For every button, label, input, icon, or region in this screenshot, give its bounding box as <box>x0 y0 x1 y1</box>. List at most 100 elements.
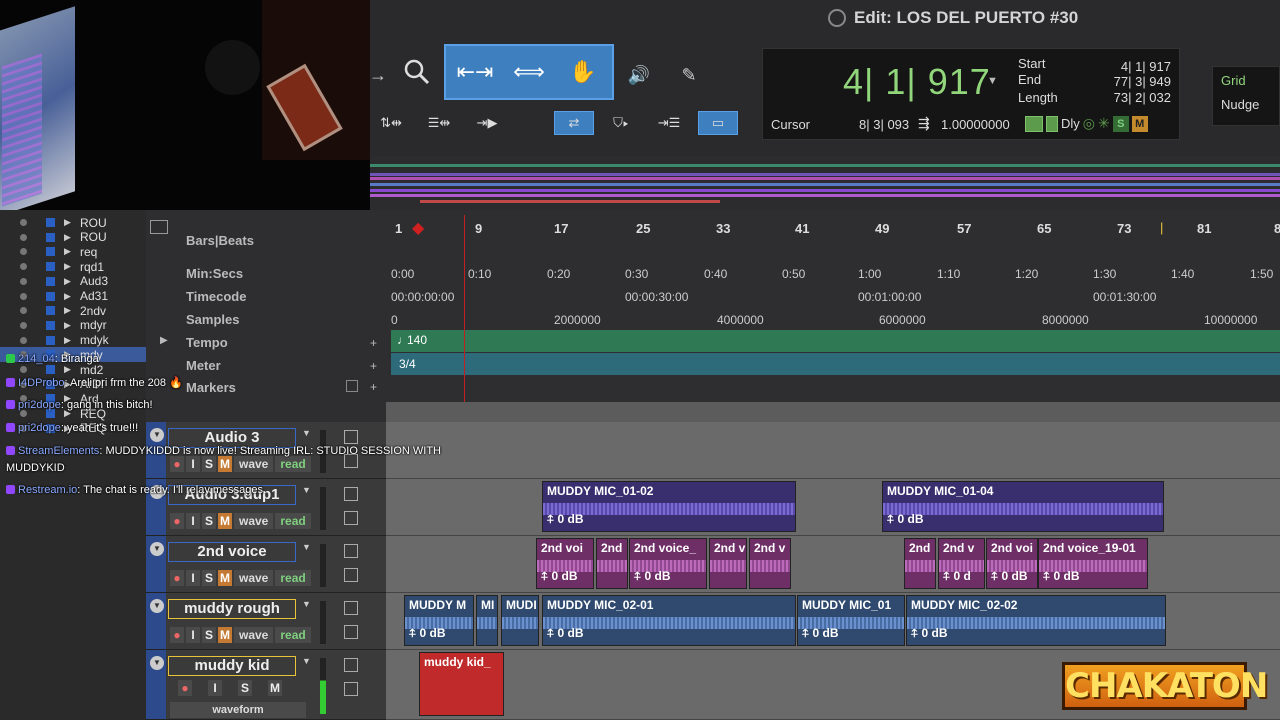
automation-mode-selector[interactable]: read <box>275 456 311 472</box>
track-lane[interactable]: MUDDY MIC_01-02 ⍏ 0 dB MUDDY MIC_01-04 ⍏ 0 … <box>386 479 1280 536</box>
expand-icon[interactable]: ▶ <box>64 217 71 228</box>
expand-icon[interactable]: ▶ <box>64 232 71 243</box>
collapse-icon[interactable]: ▼ <box>150 599 164 613</box>
input-monitor-button[interactable]: I <box>186 570 200 586</box>
meter-value[interactable]: 3/4 <box>399 357 416 371</box>
clip-gain[interactable]: ⍏ 0 dB <box>1043 569 1080 584</box>
end-value[interactable]: 77| 3| 949 <box>1114 74 1171 89</box>
selector-tool-button[interactable]: ⟺ <box>504 46 554 98</box>
audio-clip[interactable]: MUDDY MIC_02-02 ⍏ 0 dB <box>906 595 1166 646</box>
track-io-icon[interactable] <box>344 658 358 672</box>
clip-gain[interactable]: ⍏ 0 dB <box>991 569 1028 584</box>
track-io-icon[interactable] <box>344 487 358 501</box>
track-io-icon[interactable] <box>344 430 358 444</box>
nudge-label[interactable]: Nudge <box>1221 97 1259 112</box>
audio-clip[interactable]: 2nd v <box>749 538 791 589</box>
chevron-down-icon[interactable]: ▼ <box>987 75 998 87</box>
trim-tool-button[interactable]: ⇤⇥ <box>450 46 500 98</box>
link-track-button[interactable]: ⛉▸ <box>602 111 640 135</box>
track-lane[interactable] <box>386 422 1280 479</box>
record-enable-button[interactable]: ● <box>170 627 184 643</box>
track-name[interactable]: muddy rough <box>168 599 296 619</box>
scrubber-tool-button[interactable]: 🔊 <box>622 58 656 92</box>
loop-record-icon[interactable]: ◎ <box>1083 115 1095 132</box>
mirror-midi-button[interactable]: ⇥▶ <box>468 111 506 135</box>
playhead-cursor[interactable] <box>464 215 465 420</box>
solo-button[interactable]: S <box>202 627 216 643</box>
expand-icon[interactable]: ▶ <box>64 261 71 272</box>
record-enable-button[interactable]: ● <box>170 570 184 586</box>
meter-ruler[interactable]: 3/4 <box>391 353 1280 375</box>
track-comments-icon[interactable] <box>344 511 358 525</box>
audio-clip[interactable]: 2nd v <box>709 538 747 589</box>
track-menu-icon[interactable]: ▼ <box>302 656 311 666</box>
track-list-item[interactable]: ▶ ROU <box>0 230 146 245</box>
add-tempo-icon[interactable]: + <box>370 336 377 350</box>
tempo-ruler[interactable]: ♩ 140 <box>391 330 1280 352</box>
expand-icon[interactable]: ▶ <box>64 320 71 331</box>
track-list-item[interactable]: ▶ mdyk <box>0 333 146 348</box>
track-comments-icon[interactable] <box>344 568 358 582</box>
clip-gain[interactable]: ⍏ 0 dB <box>547 512 584 527</box>
audio-clip[interactable]: 2nd voi ⍏ 0 dB <box>536 538 594 589</box>
audio-clip[interactable]: MUDDY MIC_02-01 ⍏ 0 dB <box>542 595 796 646</box>
expand-icon[interactable]: ▶ <box>64 364 71 375</box>
audio-clip[interactable]: 2nd voice_ ⍏ 0 dB <box>629 538 707 589</box>
track-menu-icon[interactable]: ▼ <box>302 428 311 438</box>
clip-gain[interactable]: ⍏ 0 dB <box>911 626 948 641</box>
track-list-item[interactable]: ▶ rqd1 <box>0 259 146 274</box>
collapse-icon[interactable]: ▼ <box>150 656 164 670</box>
expand-icon[interactable]: ▶ <box>64 246 71 257</box>
audio-clip[interactable]: 2nd voice_19-01 ⍏ 0 dB <box>1038 538 1148 589</box>
clip-gain[interactable]: ⍏ 0 dB <box>547 626 584 641</box>
audio-clip[interactable]: MI <box>476 595 498 646</box>
audio-clip[interactable]: 2nd <box>596 538 628 589</box>
track-visible-icon[interactable] <box>20 219 27 226</box>
track-visible-icon[interactable] <box>20 336 27 344</box>
grabber-tool-button[interactable]: ✋ <box>558 46 608 98</box>
track-name[interactable]: 2nd voice <box>168 542 296 562</box>
arrow-right-icon[interactable]: → <box>369 64 387 86</box>
track-view-selector[interactable]: wave <box>234 570 274 586</box>
clip-gain[interactable]: ⍏ 0 dB <box>887 512 924 527</box>
universe-overview[interactable] <box>370 156 1280 210</box>
track-visible-icon[interactable] <box>20 248 27 256</box>
track-list-item[interactable]: ▶ ROU <box>0 215 146 230</box>
audio-clip[interactable]: MUDI <box>501 595 539 646</box>
track-visible-icon[interactable] <box>20 233 27 241</box>
track-visible-icon[interactable] <box>20 292 27 300</box>
track-visible-icon[interactable] <box>20 321 27 329</box>
main-counter[interactable]: 4| 1| 917 <box>843 61 991 103</box>
zoom-tool-button[interactable] <box>398 52 436 92</box>
track-comments-icon[interactable] <box>344 682 358 696</box>
track-list-item[interactable]: ▶ Aud3 <box>0 274 146 289</box>
track-visible-icon[interactable] <box>20 277 27 285</box>
input-monitor-button[interactable]: I <box>186 627 200 643</box>
start-marker-icon[interactable]: ◆ <box>412 218 424 238</box>
m-toggle[interactable]: M <box>1131 115 1148 132</box>
clip-gain[interactable]: ⍏ 0 dB <box>634 569 671 584</box>
length-value[interactable]: 73| 2| 032 <box>1114 90 1171 105</box>
track-view-selector[interactable]: waveform <box>170 702 306 718</box>
mute-button[interactable]: M <box>218 513 232 529</box>
expand-icon[interactable]: ▶ <box>64 335 71 346</box>
solo-button[interactable]: S <box>202 570 216 586</box>
track-list-item[interactable]: ▶ req <box>0 244 146 259</box>
track-list-item[interactable]: ▶ 2ndv <box>0 303 146 318</box>
track-list-item[interactable]: ▶ Ad31 <box>0 289 146 304</box>
track-io-icon[interactable] <box>344 601 358 615</box>
track-list-item[interactable]: ▶ mdyr <box>0 318 146 333</box>
audio-clip[interactable]: MUDDY MIC_01-04 ⍏ 0 dB <box>882 481 1164 532</box>
audio-clip[interactable]: MUDDY MIC_01 ⍏ 0 dB <box>797 595 905 646</box>
track-menu-icon[interactable]: ▼ <box>302 485 311 495</box>
tempo-value[interactable]: 140 <box>407 333 427 347</box>
audio-clip[interactable]: MUDDY M ⍏ 0 dB <box>404 595 474 646</box>
clip-gain[interactable]: ⍏ 0 dB <box>802 626 839 641</box>
track-comments-icon[interactable] <box>344 625 358 639</box>
mute-button[interactable]: M <box>218 627 232 643</box>
audio-clip[interactable]: MUDDY MIC_01-02 ⍏ 0 dB <box>542 481 796 532</box>
track-lane[interactable]: MUDDY M ⍏ 0 dB MI MUDI MUDDY MIC_02-01 ⍏ 0 dB… <box>386 593 1280 650</box>
start-value[interactable]: 4| 1| 917 <box>1121 59 1171 74</box>
expand-icon[interactable]: ▶ <box>64 305 71 316</box>
grid-label[interactable]: Grid <box>1221 73 1246 88</box>
